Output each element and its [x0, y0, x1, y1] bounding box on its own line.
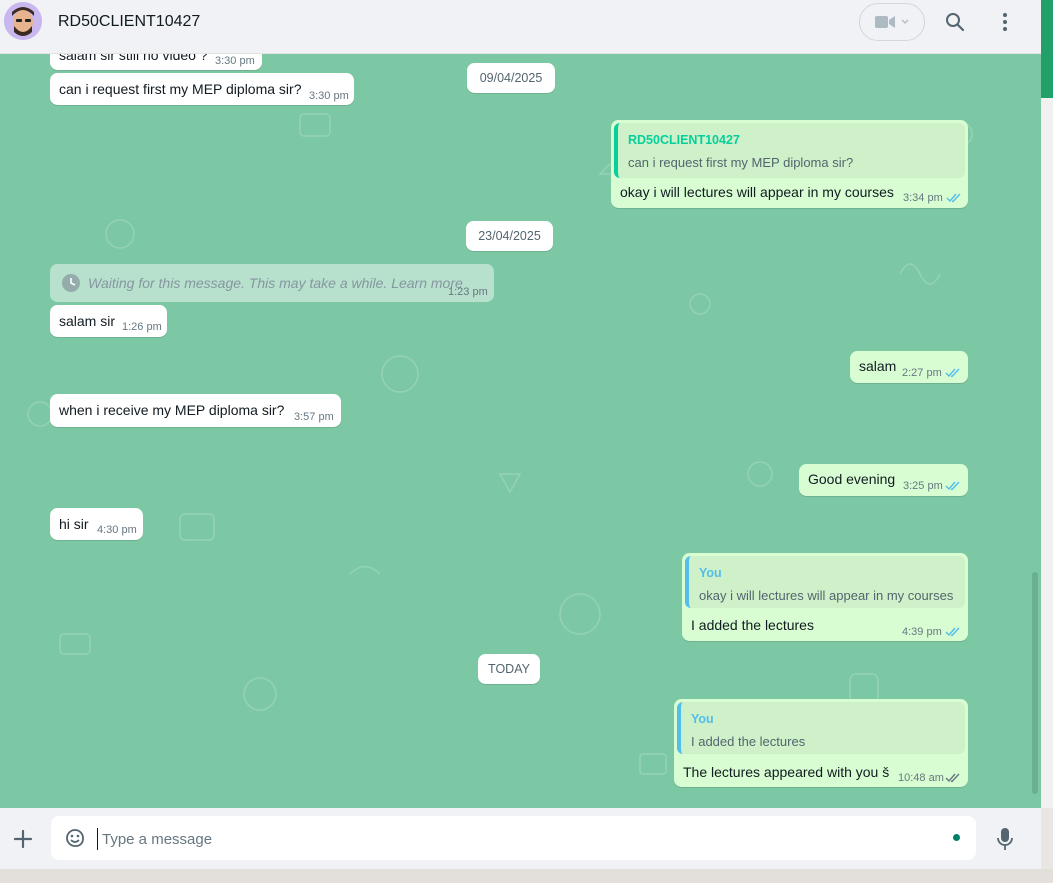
message-text: salam sir still no video ? [59, 54, 208, 63]
mic-icon [997, 828, 1013, 850]
quoted-message[interactable]: RD50CLIENT10427 can i request first my M… [614, 123, 965, 178]
outgoing-message[interactable]: You I added the lectures The lectures ap… [674, 699, 968, 787]
message-time: 3:25 pm [903, 480, 943, 492]
search-icon [946, 13, 965, 32]
message-text: Good evening [808, 471, 896, 487]
message-input-box[interactable] [51, 816, 976, 860]
read-ticks-icon [945, 368, 960, 378]
outgoing-message[interactable]: salam 2:27 pm [850, 351, 968, 383]
avatar[interactable] [4, 2, 42, 40]
message-time: 3:30 pm [309, 90, 349, 102]
incoming-message[interactable]: hi sir 4:30 pm [50, 508, 143, 540]
message-time: 1:26 pm [122, 321, 162, 333]
message-time: 1:23 pm [448, 286, 488, 298]
chat-panel[interactable]: salam sir still no video ? 3:30 pm can i… [0, 54, 1041, 808]
outgoing-message[interactable]: You okay i will lectures will appear in … [682, 553, 968, 641]
date-divider: 23/04/2025 [466, 221, 553, 251]
quoted-message[interactable]: You I added the lectures [677, 702, 965, 754]
sticker-button[interactable] [64, 827, 86, 849]
message-time: 4:30 pm [97, 524, 137, 536]
menu-icon [1003, 13, 1007, 31]
incoming-message[interactable]: when i receive my MEP diploma sir? 3:57 … [50, 394, 341, 427]
quote-text: okay i will lectures will appear in my c… [699, 588, 954, 603]
quote-text: can i request first my MEP diploma sir? [628, 155, 854, 170]
read-ticks-icon [945, 627, 960, 637]
message-text: when i receive my MEP diploma sir? [59, 402, 285, 418]
message-time: 4:39 pm [902, 626, 942, 638]
message-input[interactable] [97, 828, 917, 850]
read-ticks-icon [946, 193, 961, 203]
delivered-ticks-icon [945, 773, 960, 783]
message-text: salam [859, 358, 897, 374]
contact-name[interactable]: RD50CLIENT10427 [58, 13, 200, 31]
waiting-message[interactable]: Waiting for this message. This may take … [50, 264, 494, 302]
message-time: 3:34 pm [903, 192, 943, 204]
video-call-icon [875, 16, 895, 28]
outgoing-message[interactable]: RD50CLIENT10427 can i request first my M… [611, 120, 968, 208]
chat-header: RD50CLIENT10427 [0, 0, 1041, 54]
read-ticks-icon [945, 481, 960, 491]
search-button[interactable] [941, 8, 969, 36]
message-text: can i request first my MEP diploma sir? [59, 81, 302, 97]
message-text: The lectures appeared with you š [683, 764, 889, 780]
waiting-text: Waiting for this message. This may take … [88, 275, 463, 291]
quote-author: You [691, 712, 714, 726]
attach-button[interactable] [10, 826, 36, 852]
date-divider: 09/04/2025 [467, 63, 555, 93]
composer-bar [0, 808, 1041, 869]
page-scrollbar-thumb[interactable] [1041, 0, 1053, 98]
voice-message-button[interactable] [993, 826, 1017, 852]
plus-icon [13, 829, 33, 849]
outgoing-message[interactable]: Good evening 3:25 pm [799, 464, 968, 496]
chevron-down-icon [901, 19, 909, 24]
message-text: salam sir [59, 313, 116, 329]
incoming-message[interactable]: can i request first my MEP diploma sir? … [50, 73, 354, 105]
window-bottom-edge [0, 869, 1053, 883]
message-text: okay i will lectures will appear in my c… [620, 184, 894, 200]
incoming-message[interactable]: salam sir still no video ? 3:30 pm [50, 54, 262, 70]
message-time: 3:30 pm [215, 55, 255, 67]
status-dot [953, 834, 960, 841]
page-scrollbar[interactable] [1041, 0, 1053, 808]
message-text: I added the lectures [691, 617, 814, 633]
quote-author: You [699, 566, 722, 580]
message-time: 3:57 pm [294, 411, 334, 423]
chat-scroll-thumb[interactable] [1032, 572, 1038, 794]
message-time: 10:48 am [898, 772, 944, 784]
clock-icon [62, 274, 80, 292]
quote-text: I added the lectures [691, 734, 806, 749]
message-text: hi sir [59, 516, 89, 532]
message-time: 2:27 pm [902, 367, 942, 379]
incoming-message[interactable]: salam sir 1:26 pm [50, 305, 167, 337]
menu-button[interactable] [991, 8, 1019, 36]
date-divider: TODAY [478, 654, 540, 684]
sticker-icon [66, 829, 84, 847]
video-call-button[interactable] [859, 3, 925, 41]
quote-author: RD50CLIENT10427 [628, 133, 740, 147]
quoted-message[interactable]: You okay i will lectures will appear in … [685, 556, 965, 608]
